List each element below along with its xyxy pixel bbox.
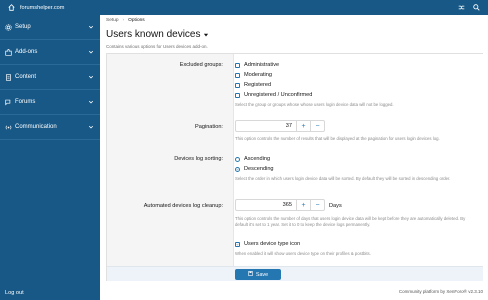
cleanup-label: Automated devices log cleanup: bbox=[143, 203, 223, 209]
save-button[interactable]: Save bbox=[235, 269, 281, 280]
pagination-input[interactable]: 37 bbox=[236, 121, 296, 131]
home-icon[interactable] bbox=[8, 4, 15, 11]
sidebar-item-label: Forums bbox=[15, 99, 36, 105]
shuffle-icon[interactable] bbox=[458, 4, 465, 11]
decrement-button[interactable]: − bbox=[310, 200, 324, 210]
option-label: Administrative bbox=[244, 62, 280, 68]
excluded-groups-hint: Select the group or groups whose whose u… bbox=[235, 102, 394, 107]
pagination-hint: This option controls the number of resul… bbox=[235, 136, 440, 141]
checkbox[interactable] bbox=[235, 62, 240, 68]
type-icon-option[interactable]: Users device type icon bbox=[235, 241, 300, 247]
puzzle-icon bbox=[4, 48, 12, 56]
sidebar-item-label: Setup bbox=[15, 24, 31, 30]
search-icon[interactable] bbox=[473, 4, 480, 11]
site-name[interactable]: forumshelper.com bbox=[20, 5, 64, 11]
sidebar-item-label: Content bbox=[15, 74, 37, 80]
checkbox[interactable] bbox=[235, 82, 240, 88]
breadcrumb-separator: › bbox=[122, 18, 125, 23]
checkbox[interactable] bbox=[235, 92, 240, 98]
top-bar: forumshelper.com bbox=[0, 0, 488, 15]
breadcrumb: Setup › Options bbox=[106, 18, 145, 23]
sidebar-item-add-ons[interactable]: Add-ons bbox=[0, 40, 100, 65]
cleanup-unit: Days bbox=[329, 203, 342, 209]
checkbox-checked[interactable] bbox=[235, 241, 240, 247]
cleanup-input[interactable]: 365 bbox=[236, 200, 296, 210]
cleanup-hint: This option controls the number of days … bbox=[235, 216, 466, 228]
chevron-down-icon bbox=[88, 24, 94, 30]
sidebar-item-content[interactable]: Content bbox=[0, 65, 100, 90]
page-title-text: Users known devices bbox=[106, 29, 201, 40]
sidebar-item-communication[interactable]: Communication bbox=[0, 115, 100, 140]
chevron-down-icon bbox=[88, 74, 94, 80]
document-icon bbox=[4, 73, 12, 81]
decrement-button[interactable]: − bbox=[310, 121, 324, 131]
option-label: Unregistered / Unconfirmed bbox=[244, 92, 313, 98]
excluded-groups-label: Excluded groups: bbox=[179, 62, 223, 68]
pagination-stepper[interactable]: 37 + − bbox=[235, 120, 325, 132]
cleanup-stepper[interactable]: 365 + − bbox=[235, 199, 325, 211]
chevron-down-icon bbox=[88, 124, 94, 130]
caret-down-icon[interactable] bbox=[203, 32, 209, 38]
sort-option-ascending[interactable]: Ascending bbox=[235, 156, 270, 162]
footer-credit[interactable]: Community platform by XenForo® v2.3.10 bbox=[399, 289, 483, 294]
checkbox[interactable] bbox=[235, 72, 240, 78]
group-option-registered[interactable]: Registered bbox=[235, 82, 271, 88]
pagination-label: Pagination: bbox=[195, 124, 223, 130]
sorting-hint: Select the order in which users login de… bbox=[235, 176, 451, 181]
breadcrumb-item-setup[interactable]: Setup bbox=[106, 18, 119, 23]
save-label: Save bbox=[255, 271, 269, 278]
breadcrumb-item-options[interactable]: Options bbox=[128, 18, 145, 23]
sidebar-item-setup[interactable]: Setup bbox=[0, 15, 100, 40]
option-label: Descending bbox=[244, 166, 274, 172]
sidebar: Setup Add-ons Content Forums Communicati… bbox=[0, 15, 100, 300]
type-icon-hint: When enabled it will show users device t… bbox=[235, 251, 371, 256]
sort-option-descending[interactable]: Descending bbox=[235, 166, 274, 172]
comments-icon bbox=[4, 98, 12, 106]
page-title: Users known devices bbox=[106, 29, 209, 40]
radio-button-selected[interactable] bbox=[235, 166, 240, 172]
sidebar-item-forums[interactable]: Forums bbox=[0, 90, 100, 115]
page-description: Contains various options for Users devic… bbox=[106, 44, 208, 49]
option-label: Registered bbox=[244, 82, 272, 88]
group-option-administrative[interactable]: Administrative bbox=[235, 62, 279, 68]
group-option-moderating[interactable]: Moderating bbox=[235, 72, 272, 78]
increment-button[interactable]: + bbox=[296, 121, 310, 131]
radio-button[interactable] bbox=[235, 156, 240, 162]
form-submit-row: Save bbox=[107, 266, 483, 281]
increment-button[interactable]: + bbox=[296, 200, 310, 210]
option-label: Ascending bbox=[244, 156, 271, 162]
sidebar-item-label: Add-ons bbox=[15, 49, 38, 55]
option-label: Users device type icon bbox=[244, 241, 301, 247]
broadcast-icon bbox=[4, 123, 12, 131]
chevron-down-icon bbox=[88, 49, 94, 55]
sorting-label: Devices log sorting: bbox=[174, 156, 223, 162]
sidebar-item-label: Communication bbox=[15, 124, 57, 130]
group-option-unregistered[interactable]: Unregistered / Unconfirmed bbox=[235, 92, 312, 98]
logout-link[interactable]: Log out bbox=[0, 285, 100, 300]
save-icon bbox=[248, 271, 253, 278]
chevron-down-icon bbox=[88, 99, 94, 105]
option-label: Moderating bbox=[244, 72, 272, 78]
options-panel: Excluded groups: Administrative Moderati… bbox=[106, 53, 483, 281]
gear-icon bbox=[4, 23, 12, 31]
